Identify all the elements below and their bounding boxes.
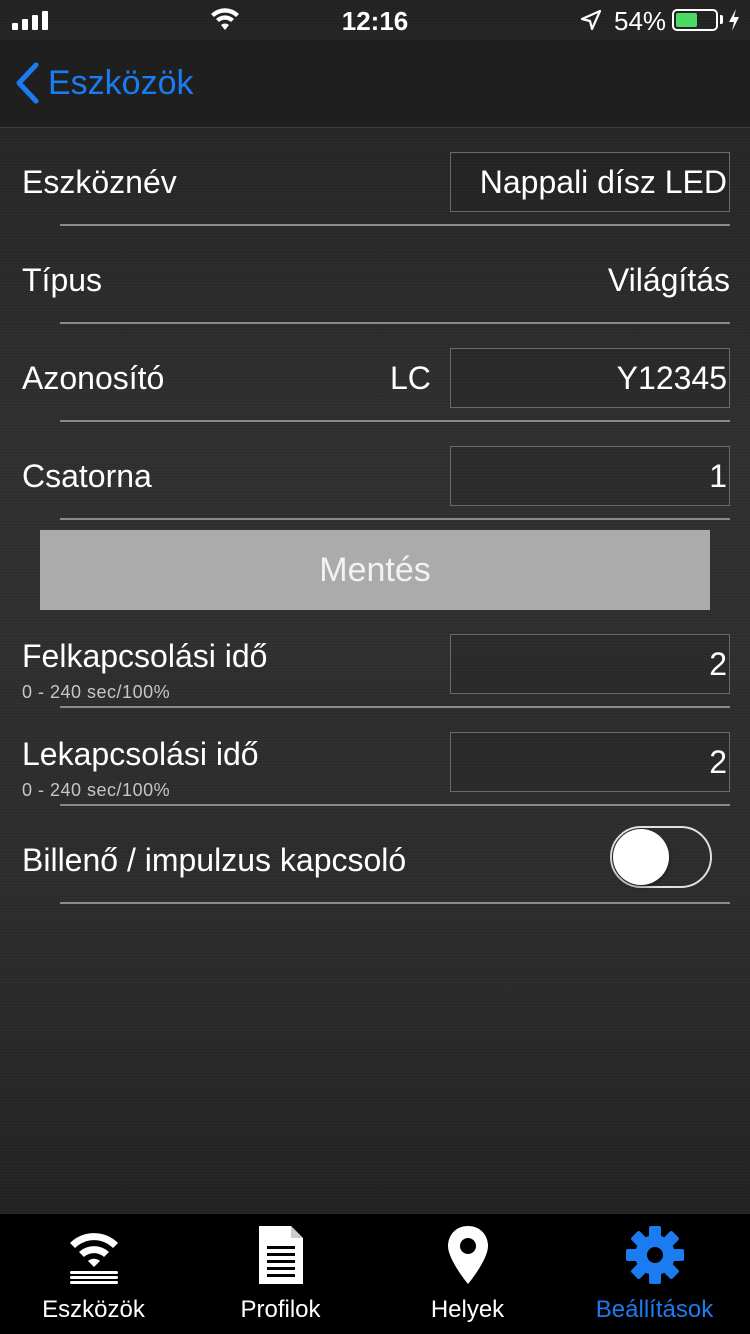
type-value: Világítás (607, 262, 730, 298)
identifier-row: Azonosító LC Y12345 (0, 324, 750, 422)
tab-bar: Eszközök Profilok Helyek Beállítások (0, 1214, 750, 1334)
tab-settings[interactable]: Beállítások (561, 1214, 748, 1334)
tab-places[interactable]: Helyek (374, 1214, 561, 1334)
back-button[interactable]: Eszközök (14, 62, 194, 104)
save-button[interactable]: Mentés (40, 530, 710, 610)
toggle-knob (613, 829, 669, 885)
back-button-label: Eszközök (48, 63, 194, 102)
channel-row: Csatorna 1 (0, 422, 750, 520)
screen: 12:16 54% Eszközök Eszköznév Nappali dís… (0, 0, 750, 1334)
type-row: Típus Világítás (0, 226, 750, 324)
switch-mode-toggle[interactable] (610, 826, 712, 888)
ramp-up-row: Felkapcsolási idő 0 - 240 sec/100% 2 (0, 610, 750, 708)
location-pin-icon (374, 1222, 561, 1288)
ramp-down-label: Lekapcsolási idő (22, 736, 259, 772)
tab-devices[interactable]: Eszközök (0, 1214, 187, 1334)
battery-tip (720, 15, 723, 24)
ramp-up-label: Felkapcsolási idő (22, 638, 268, 674)
chevron-left-icon (16, 62, 39, 104)
ramp-up-hint: 0 - 240 sec/100% (22, 682, 171, 702)
device-name-row: Eszköznév Nappali dísz LED (0, 128, 750, 226)
battery-icon (672, 9, 718, 31)
channel-label: Csatorna (22, 458, 152, 494)
tab-profiles[interactable]: Profilok (187, 1214, 374, 1334)
tab-places-label: Helyek (430, 1296, 505, 1323)
tab-settings-label: Beállítások (595, 1296, 714, 1323)
navigation-bar: Eszközök (0, 40, 750, 128)
identifier-prefix: LC (390, 360, 431, 396)
divider (60, 902, 730, 904)
divider (60, 518, 730, 520)
ramp-up-input[interactable]: 2 (450, 634, 730, 694)
battery-percent: 54% (614, 6, 667, 36)
ramp-down-input[interactable]: 2 (450, 732, 730, 792)
device-name-label: Eszköznév (22, 164, 177, 200)
ramp-down-hint: 0 - 240 sec/100% (22, 780, 171, 800)
type-label: Típus (22, 262, 103, 298)
tab-devices-label: Eszközök (42, 1296, 145, 1323)
identifier-input[interactable]: Y12345 (450, 348, 730, 408)
wifi-devices-icon (0, 1222, 187, 1288)
identifier-label: Azonosító (22, 360, 165, 396)
device-name-input[interactable]: Nappali dísz LED (450, 152, 730, 212)
location-arrow-icon (580, 9, 602, 31)
status-bar: 12:16 54% (0, 0, 750, 40)
document-icon (187, 1222, 374, 1288)
channel-input[interactable]: 1 (450, 446, 730, 506)
switch-mode-label: Billenő / impulzus kapcsoló (22, 842, 407, 878)
battery-fill (676, 13, 697, 27)
tab-profiles-label: Profilok (240, 1296, 321, 1323)
charging-bolt-icon (729, 9, 739, 31)
ramp-down-row: Lekapcsolási idő 0 - 240 sec/100% 2 (0, 708, 750, 806)
gear-icon (561, 1222, 748, 1288)
